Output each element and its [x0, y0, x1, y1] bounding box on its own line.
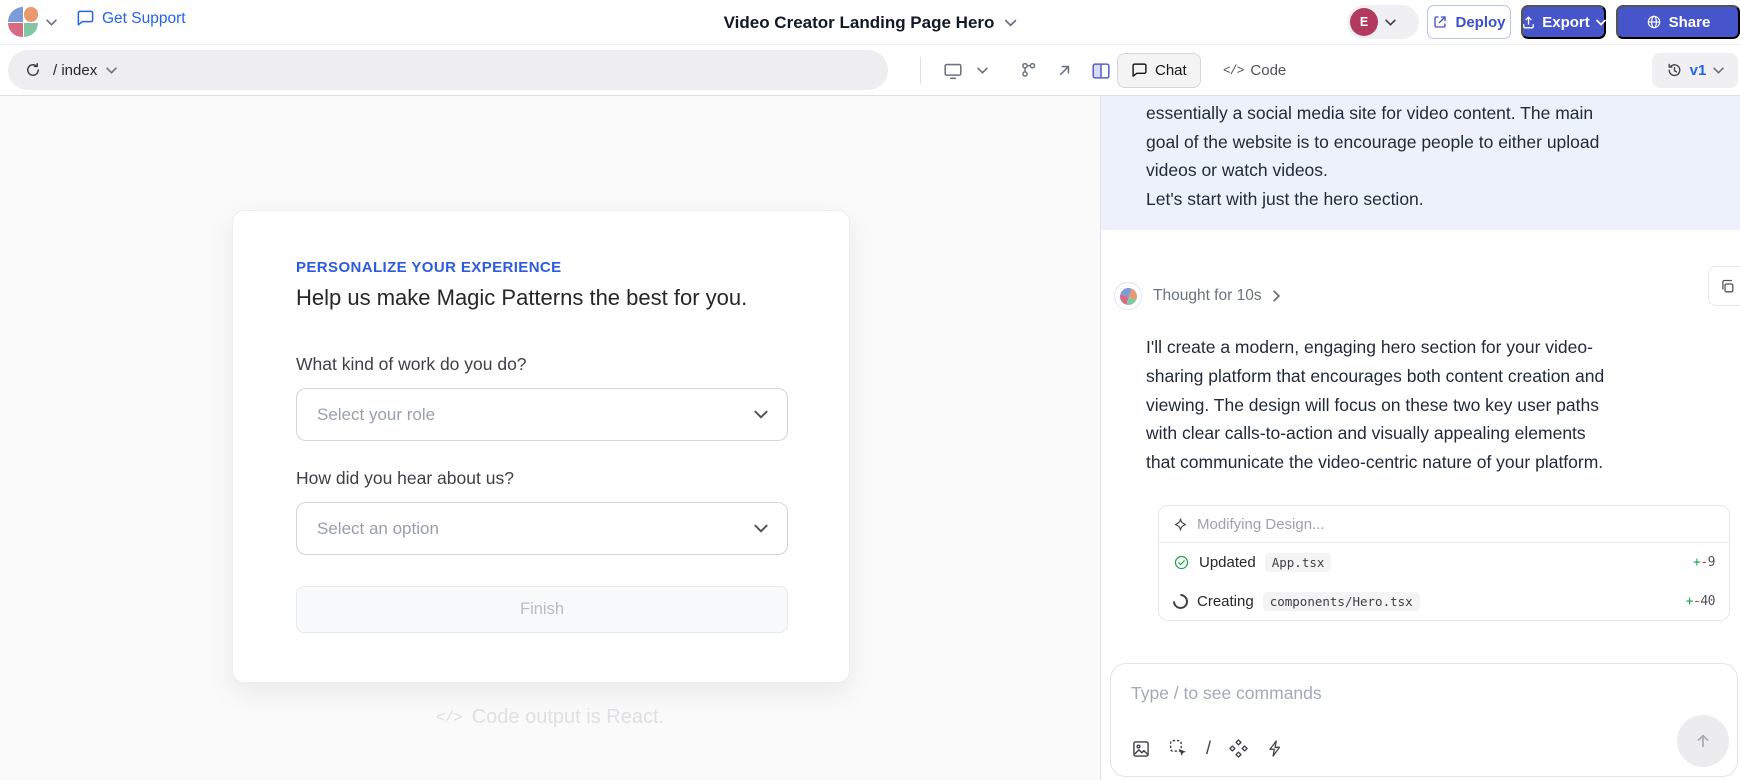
preview-canvas: PERSONALIZE YOUR EXPERIENCE Help us make… [0, 96, 1100, 780]
code-icon: </> [1223, 63, 1243, 78]
chevron-down-icon [754, 410, 768, 419]
magic-patterns-app: Get Support Video Creator Landing Page H… [0, 0, 1740, 780]
magic-patterns-logo-icon [1117, 285, 1138, 306]
status-action: Updated [1199, 554, 1256, 571]
code-icon: </> [436, 709, 462, 727]
sparkle-icon [1173, 517, 1188, 532]
magic-patterns-logo-icon [8, 7, 38, 37]
status-row-creating: Creating components/Hero.tsx +-40 [1159, 582, 1729, 621]
composer-toolbar: / [1131, 738, 1285, 759]
url-bar: / index [8, 50, 888, 90]
chevron-down-icon [754, 524, 768, 533]
workspace-menu[interactable] [8, 7, 57, 37]
modal-heading: Help us make Magic Patterns the best for… [296, 285, 786, 311]
device-monitor-icon[interactable] [942, 60, 964, 82]
chat-input[interactable] [1131, 679, 1611, 707]
file-chip: App.tsx [1265, 553, 1332, 572]
thought-label: Thought for 10s [1153, 287, 1262, 305]
chat-tab-label: Chat [1155, 62, 1187, 79]
assistant-avatar [1114, 282, 1142, 310]
chevron-down-icon [1596, 19, 1606, 26]
code-tab-label: Code [1250, 62, 1286, 79]
globe-icon [1646, 14, 1662, 30]
get-support-link[interactable]: Get Support [76, 9, 186, 28]
personalize-modal: PERSONALIZE YOUR EXPERIENCE Help us make… [232, 210, 850, 683]
share-button[interactable]: Share [1616, 5, 1740, 39]
components-icon[interactable] [1018, 60, 1039, 81]
account-menu[interactable]: E [1347, 5, 1419, 39]
assistant-message-text: I'll create a modern, engaging hero sect… [1146, 333, 1740, 477]
build-status-card: Modifying Design... Updated App.tsx +-9 … [1158, 505, 1730, 621]
copy-icon [1719, 278, 1736, 295]
export-label: Export [1542, 14, 1590, 31]
version-label: v1 [1690, 62, 1707, 79]
question1-label: What kind of work do you do? [296, 354, 786, 375]
diff-count: +-40 [1686, 594, 1715, 609]
finish-button[interactable]: Finish [296, 586, 788, 633]
user-message-text: that lets creators upload and share thei… [1146, 96, 1716, 214]
tab-code[interactable]: </> Code [1210, 53, 1299, 88]
chevron-down-icon [106, 67, 117, 74]
device-chevron-icon[interactable] [977, 67, 988, 74]
route-selector[interactable]: / index [53, 62, 117, 79]
project-title-menu[interactable]: Video Creator Landing Page Hero [724, 0, 1017, 45]
get-support-label: Get Support [102, 10, 186, 28]
status-header: Modifying Design... [1159, 506, 1729, 543]
file-chip: components/Hero.tsx [1263, 592, 1420, 611]
check-circle-icon [1173, 554, 1190, 571]
status-row-updated: Updated App.tsx +-9 [1159, 543, 1729, 582]
export-button[interactable]: Export [1521, 5, 1606, 39]
chevron-down-icon [1385, 19, 1396, 26]
chat-bubble-icon [76, 9, 95, 28]
upload-icon [1521, 15, 1536, 30]
spinner-icon [1170, 591, 1191, 612]
external-link-icon [1432, 14, 1448, 30]
code-output-note: </> Code output is React. [0, 706, 1100, 729]
status-header-text: Modifying Design... [1197, 516, 1325, 533]
page-title: Video Creator Landing Page Hero [724, 13, 995, 33]
slash-command-icon[interactable]: / [1206, 738, 1211, 759]
top-bar: Get Support Video Creator Landing Page H… [0, 0, 1740, 45]
chat-panel: that lets creators upload and share thei… [1101, 96, 1740, 780]
send-button[interactable] [1677, 715, 1729, 767]
refresh-icon[interactable] [24, 61, 42, 79]
referral-select[interactable]: Select an option [296, 502, 788, 555]
code-output-text: Code output is React. [472, 706, 664, 729]
open-in-new-icon[interactable] [1054, 60, 1075, 81]
patterns-icon[interactable] [1228, 738, 1249, 759]
question2-label: How did you hear about us? [296, 468, 786, 489]
toolbar-divider [920, 57, 921, 84]
select-element-icon[interactable] [1168, 738, 1189, 759]
split-pane-icon[interactable] [1090, 60, 1112, 82]
version-history-selector[interactable]: v1 [1652, 53, 1738, 88]
user-message: that lets creators upload and share thei… [1101, 96, 1740, 230]
preview-toolbar: / index Chat </> [0, 46, 1740, 96]
avatar: E [1350, 8, 1378, 36]
chevron-down-icon [1004, 19, 1016, 27]
tab-chat[interactable]: Chat [1117, 53, 1201, 88]
deploy-button[interactable]: Deploy [1427, 5, 1511, 39]
history-icon [1666, 62, 1683, 79]
status-action: Creating [1197, 593, 1254, 610]
role-select-placeholder: Select your role [317, 405, 435, 425]
arrow-up-icon [1693, 731, 1713, 751]
deploy-label: Deploy [1455, 14, 1505, 31]
thought-toggle[interactable]: Thought for 10s [1114, 282, 1280, 310]
image-attach-icon[interactable] [1131, 739, 1151, 759]
modal-eyebrow: PERSONALIZE YOUR EXPERIENCE [296, 259, 786, 276]
diff-count: +-9 [1693, 555, 1715, 570]
chat-bubble-icon [1131, 62, 1148, 79]
copy-message-button[interactable] [1708, 266, 1740, 306]
chat-composer: / [1110, 663, 1738, 777]
route-path: / index [53, 62, 97, 79]
share-label: Share [1669, 14, 1711, 31]
quick-actions-icon[interactable] [1266, 739, 1285, 758]
chevron-down-icon [1713, 67, 1724, 74]
referral-select-placeholder: Select an option [317, 519, 439, 539]
role-select[interactable]: Select your role [296, 388, 788, 441]
chevron-right-icon [1273, 290, 1280, 302]
chevron-down-icon [46, 19, 57, 26]
